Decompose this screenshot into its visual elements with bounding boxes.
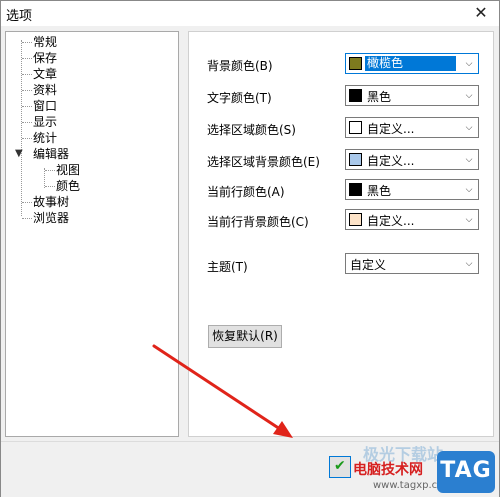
theme-select[interactable]: 自定义 ⌵ [345, 253, 479, 274]
select-value: 自定义 [350, 258, 387, 272]
watermark-text: 电脑技术网 [353, 462, 423, 478]
tree-connector [22, 218, 32, 219]
tag-logo: TAG [437, 451, 495, 493]
selection-background-color-select[interactable]: 自定义... ⌵ [345, 149, 479, 170]
restore-defaults-button[interactable]: 恢复默认(R) [208, 325, 282, 348]
selection-background-color-label: 选择区域背景颜色(E) [207, 155, 320, 169]
color-swatch [349, 213, 362, 226]
select-value: 黑色 [367, 184, 392, 198]
options-dialog: 选项 ✕ 常规 保存 文章 资料 窗口 显示 统计 ▼ 编辑器 视图 颜色 故事… [0, 0, 500, 497]
tree-item-article[interactable]: 文章 [33, 66, 57, 82]
chevron-down-icon: ⌵ [465, 91, 473, 101]
color-swatch [349, 89, 362, 102]
chevron-down-icon: ⌵ [465, 259, 473, 269]
selection-color-label: 选择区域颜色(S) [207, 123, 296, 137]
color-settings-panel: 背景颜色(B) 橄榄色 ⌵ 文字颜色(T) 黑色 ⌵ 选择区域颜色(S) 自定义… [188, 31, 494, 437]
logo-text: TAG [440, 458, 492, 483]
tree-item-statistics[interactable]: 统计 [33, 130, 57, 146]
color-swatch [349, 57, 362, 70]
color-swatch [349, 153, 362, 166]
select-value: 黑色 [367, 90, 392, 104]
tree-item-general[interactable]: 常规 [33, 34, 57, 50]
checkmark-icon: ✔ [334, 458, 346, 474]
select-value: 橄榄色 [365, 56, 456, 71]
tree-item-colors[interactable]: 颜色 [56, 178, 80, 194]
chevron-down-icon: ⌵ [465, 155, 473, 165]
chevron-down-icon: ⌵ [465, 59, 473, 69]
tree-item-browser[interactable]: 浏览器 [33, 210, 69, 226]
text-color-label: 文字颜色(T) [207, 91, 272, 105]
theme-label: 主题(T) [207, 260, 248, 274]
tree-item-window[interactable]: 窗口 [33, 98, 57, 114]
tree-connector [22, 74, 32, 75]
current-line-background-color-select[interactable]: 自定义... ⌵ [345, 209, 479, 230]
title-bar: 选项 ✕ [1, 1, 499, 26]
chevron-down-icon: ⌵ [465, 215, 473, 225]
tree-item-materials[interactable]: 资料 [33, 82, 57, 98]
ok-button[interactable]: ✔ [329, 456, 351, 478]
tree-connector [22, 106, 32, 107]
tree-guide-line [44, 168, 45, 188]
text-color-select[interactable]: 黑色 ⌵ [345, 85, 479, 106]
chevron-down-icon: ⌵ [465, 185, 473, 195]
current-line-background-color-label: 当前行背景颜色(C) [207, 215, 309, 229]
chevron-down-icon: ⌵ [465, 123, 473, 133]
expand-toggle-icon[interactable]: ▼ [15, 148, 23, 159]
tree-connector [22, 138, 32, 139]
tree-item-save[interactable]: 保存 [33, 50, 57, 66]
tree-connector [45, 186, 55, 187]
color-swatch [349, 183, 362, 196]
tree-connector [22, 42, 32, 43]
tree-connector [45, 170, 55, 171]
select-value: 自定义... [367, 214, 415, 228]
tree-connector [22, 58, 32, 59]
window-title: 选项 [6, 9, 33, 24]
color-swatch [349, 121, 362, 134]
background-color-select[interactable]: 橄榄色 ⌵ [345, 53, 479, 74]
select-value: 自定义... [367, 154, 415, 168]
select-value: 自定义... [367, 122, 415, 136]
tree-connector [22, 122, 32, 123]
tree-item-story-tree[interactable]: 故事树 [33, 194, 69, 210]
tree-item-view[interactable]: 视图 [56, 162, 80, 178]
tree-connector [22, 90, 32, 91]
current-line-color-label: 当前行颜色(A) [207, 185, 285, 199]
background-color-label: 背景颜色(B) [207, 59, 273, 73]
tree-item-editor[interactable]: 编辑器 [33, 146, 69, 162]
tree-connector [22, 202, 32, 203]
close-icon[interactable]: ✕ [471, 3, 491, 23]
tree-item-display[interactable]: 显示 [33, 114, 57, 130]
selection-color-select[interactable]: 自定义... ⌵ [345, 117, 479, 138]
options-tree[interactable]: 常规 保存 文章 资料 窗口 显示 统计 ▼ 编辑器 视图 颜色 故事树 浏览器 [5, 31, 179, 437]
current-line-color-select[interactable]: 黑色 ⌵ [345, 179, 479, 200]
tree-guide-line [21, 40, 22, 216]
